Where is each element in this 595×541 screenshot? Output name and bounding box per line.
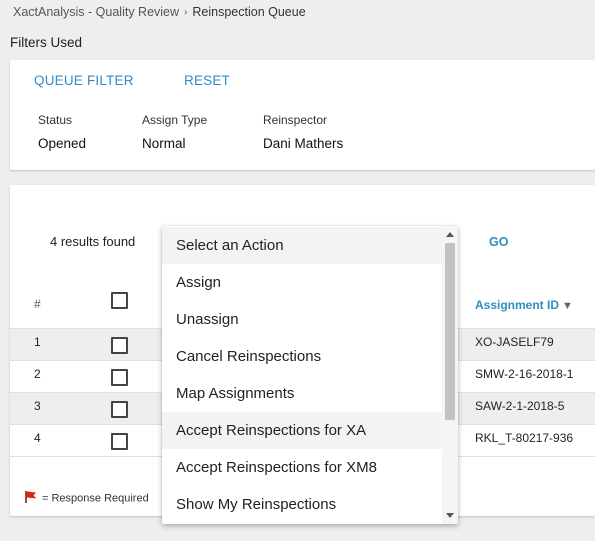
filter-value: Dani Mathers [263,136,344,151]
checkbox-box[interactable] [111,433,128,450]
row-checkbox[interactable] [111,433,128,450]
breadcrumb-current: Reinspection Queue [192,5,306,19]
reset-button[interactable]: RESET [184,73,230,88]
breadcrumb-root[interactable]: XactAnalysis - Quality Review [13,5,179,19]
row-number: 3 [34,399,41,413]
action-option-accept-xm8[interactable]: Accept Reinspections for XM8 [162,449,442,486]
filter-card: QUEUE FILTER RESET Status Opened Assign … [10,60,595,170]
action-option-map-assignments[interactable]: Map Assignments [162,375,442,412]
filter-label: Status [38,113,73,127]
action-option-select-an-action[interactable]: Select an Action [162,227,442,264]
go-button[interactable]: GO [489,235,508,249]
filter-status: Status Opened [38,113,86,151]
column-header-number: # [34,297,41,311]
row-number: 1 [34,335,41,349]
filter-label: Reinspector [263,113,328,127]
assignment-id[interactable]: XO-JASELF79 [475,335,554,349]
assignment-id[interactable]: RKL_T-80217-936 [475,431,573,445]
scroll-down-icon[interactable] [446,513,454,518]
dropdown-scrollbar[interactable] [442,226,458,524]
column-header-assignment-id[interactable]: Assignment ID ▼ [475,298,573,312]
scrollbar-thumb[interactable] [445,243,455,420]
filter-value: Opened [38,136,87,151]
row-number: 2 [34,367,41,381]
filters-used-label: Filters Used [10,35,83,50]
action-option-assign[interactable]: Assign [162,264,442,301]
action-option-accept-xa[interactable]: Accept Reinspections for XA [162,412,442,449]
row-checkbox[interactable] [111,337,128,354]
filter-value: Normal [142,136,186,151]
legend: = Response Required [24,490,149,507]
results-count: 4 results found [50,234,136,249]
queue-filter-button[interactable]: QUEUE FILTER [34,73,134,88]
checkbox-box[interactable] [111,401,128,418]
filter-reinspector: Reinspector Dani Mathers [263,113,343,151]
assignment-id[interactable]: SAW-2-1-2018-5 [475,399,564,413]
checkbox-box[interactable] [111,369,128,386]
sort-down-icon[interactable]: ▼ [562,300,573,312]
filter-label: Assign Type [142,113,208,127]
checkbox-box[interactable] [111,337,128,354]
row-checkbox[interactable] [111,401,128,418]
legend-label: = Response Required [42,492,149,505]
row-checkbox[interactable] [111,369,128,386]
filter-assign-type: Assign Type Normal [142,113,207,151]
action-dropdown[interactable]: Select an Action Assign Unassign Cancel … [162,226,458,524]
assignment-id[interactable]: SMW-2-16-2018-1 [475,367,573,381]
breadcrumb: XactAnalysis - Quality Review › Reinspecti… [13,5,306,19]
checkbox-box[interactable] [111,292,128,309]
select-all-checkbox[interactable] [111,292,128,309]
scroll-up-icon[interactable] [446,232,454,237]
column-header-label[interactable]: Assignment ID [475,298,559,312]
row-number: 4 [34,431,41,445]
flag-icon [24,490,38,507]
page: XactAnalysis - Quality Review › Reinspecti… [0,0,595,541]
chevron-right-icon: › [184,7,188,18]
action-option-unassign[interactable]: Unassign [162,301,442,338]
action-option-show-my-reinspections[interactable]: Show My Reinspections [162,486,442,523]
action-option-cancel-reinspections[interactable]: Cancel Reinspections [162,338,442,375]
